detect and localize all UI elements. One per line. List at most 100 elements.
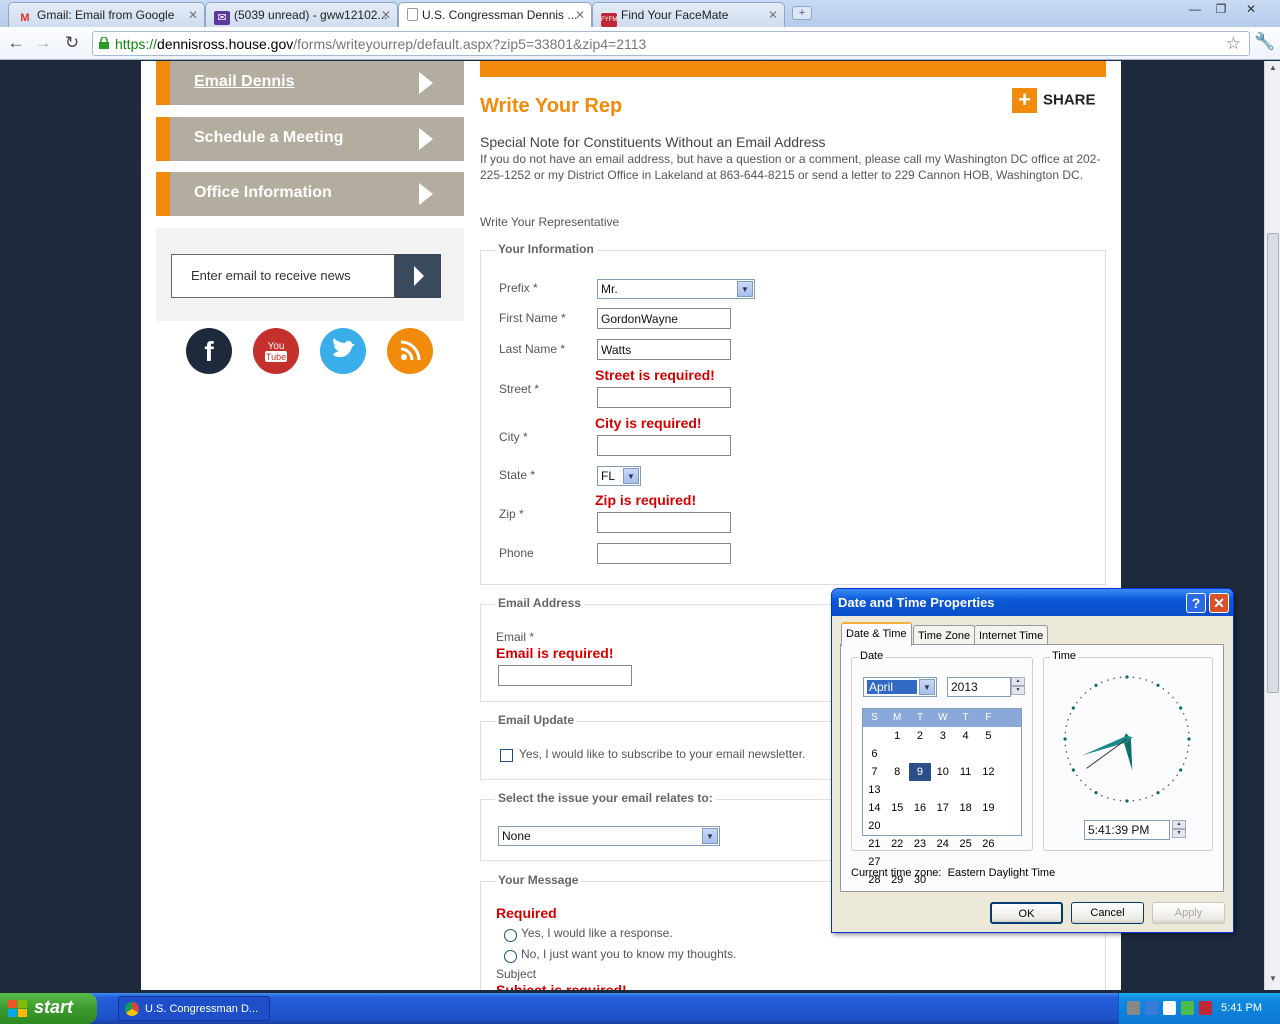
dialog-titlebar[interactable]: Date and Time Properties [832, 589, 1233, 616]
new-tab-button[interactable]: + [792, 6, 812, 20]
calendar-day[interactable]: 24 [931, 835, 954, 853]
sidebar-item-email-dennis[interactable]: Email Dennis [156, 61, 464, 105]
close-window-icon[interactable]: ✕ [1240, 2, 1262, 18]
spin-up-icon[interactable]: ▲ [1172, 820, 1186, 829]
facebook-icon[interactable]: f [186, 328, 232, 374]
calendar-day[interactable]: 17 [931, 799, 954, 817]
calendar-day[interactable]: 20 [863, 817, 886, 835]
time-spinner[interactable]: ▲ ▼ [1172, 820, 1186, 838]
calendar-day[interactable]: 25 [954, 835, 977, 853]
newsletter-submit-button[interactable] [394, 254, 441, 298]
calendar-day[interactable]: 13 [863, 781, 886, 799]
scroll-down-icon[interactable]: ▼ [1267, 974, 1279, 988]
minimize-icon[interactable]: — [1184, 2, 1206, 18]
close-tab-icon[interactable]: ✕ [188, 8, 198, 22]
youtube-icon[interactable]: You Tube [253, 328, 299, 374]
calendar-day[interactable]: 2 [909, 727, 932, 745]
state-select[interactable]: FL ▼ [597, 466, 641, 486]
year-field[interactable]: 2013 [947, 677, 1011, 697]
prefix-select[interactable]: Mr. ▼ [597, 279, 755, 299]
close-tab-icon[interactable]: ✕ [768, 8, 778, 22]
gmail-icon: M [20, 12, 30, 24]
back-icon[interactable]: ← [5, 32, 27, 54]
aol-icon[interactable] [1163, 1001, 1176, 1015]
tray-app-icon[interactable] [1199, 1001, 1212, 1015]
response-no-radio[interactable] [504, 950, 517, 963]
calendar-day[interactable]: 10 [931, 763, 954, 781]
calendar-day[interactable]: 18 [954, 799, 977, 817]
calendar-day[interactable]: 26 [977, 835, 1000, 853]
last-name-field[interactable]: Watts [597, 339, 731, 360]
calendar-day[interactable]: 3 [931, 727, 954, 745]
tab-gmail[interactable]: M Gmail: Email from Google ✕ [8, 2, 205, 27]
city-field[interactable] [597, 435, 731, 456]
time-field[interactable]: 5:41:39 PM [1084, 820, 1170, 840]
newsletter-checkbox[interactable] [500, 749, 513, 762]
issue-select[interactable]: None ▼ [498, 826, 720, 846]
help-icon[interactable]: ? [1186, 593, 1206, 613]
spin-up-icon[interactable]: ▲ [1011, 677, 1025, 686]
calendar-day[interactable]: 23 [909, 835, 932, 853]
twitter-icon[interactable] [320, 328, 366, 374]
calendar-day[interactable]: 11 [954, 763, 977, 781]
calendar-day[interactable]: 15 [886, 799, 909, 817]
scrollbar-thumb[interactable] [1267, 233, 1279, 693]
ok-button[interactable]: OK [990, 902, 1063, 924]
tab-congressman[interactable]: U.S. Congressman Dennis ... ✕ [398, 2, 592, 28]
calendar-day[interactable]: 5 [977, 727, 1000, 745]
reload-icon[interactable]: ↻ [61, 32, 83, 54]
sidebar-item-schedule-meeting[interactable]: Schedule a Meeting [156, 117, 464, 161]
sidebar-item-office-information[interactable]: Office Information [156, 172, 464, 216]
calendar-day[interactable]: 12 [977, 763, 1000, 781]
calendar-day[interactable]: 6 [863, 745, 886, 763]
address-bar[interactable]: https://dennisross.house.gov/forms/write… [92, 31, 1250, 56]
taskbar-clock[interactable]: 5:41 PM [1221, 1002, 1262, 1014]
network-icon[interactable] [1127, 1001, 1140, 1015]
tab-internet-time[interactable]: Internet Time [974, 625, 1049, 645]
bookmark-star-icon[interactable]: ☆ [1226, 34, 1241, 54]
tab-date-time[interactable]: Date & Time [841, 622, 912, 646]
forward-icon[interactable]: → [32, 32, 54, 54]
tab-mail[interactable]: ✉ (5039 unread) - gww12102... ✕ [205, 2, 398, 27]
response-yes-radio[interactable] [504, 929, 517, 942]
chevron-right-icon [411, 125, 439, 153]
taskbar-item-chrome[interactable]: U.S. Congressman D... [118, 996, 270, 1021]
tab-time-zone[interactable]: Time Zone [913, 625, 976, 645]
close-tab-icon[interactable]: ✕ [381, 8, 391, 22]
play-arrow-icon [414, 266, 424, 286]
calendar-day[interactable]: 1 [886, 727, 909, 745]
calendar-day[interactable]: 4 [954, 727, 977, 745]
calendar-day[interactable]: 21 [863, 835, 886, 853]
calendar-day[interactable]: 16 [909, 799, 932, 817]
phone-field[interactable] [597, 543, 731, 564]
close-tab-icon[interactable]: ✕ [575, 8, 585, 22]
calendar-day[interactable]: 8 [886, 763, 909, 781]
calendar-day[interactable]: 14 [863, 799, 886, 817]
tab-facemate[interactable]: FYFM Find Your FaceMate ✕ [592, 2, 785, 27]
rss-icon[interactable] [387, 328, 433, 374]
first-name-field[interactable]: GordonWayne [597, 308, 731, 329]
cancel-button[interactable]: Cancel [1071, 902, 1144, 924]
apply-button[interactable]: Apply [1152, 902, 1225, 924]
year-spinner[interactable]: ▲ ▼ [1011, 677, 1025, 695]
zip-field[interactable] [597, 512, 731, 533]
close-icon[interactable]: ✕ [1209, 593, 1229, 613]
calendar-day[interactable]: 9 [908, 763, 932, 781]
vertical-scrollbar[interactable]: ▲ ▼ [1264, 61, 1280, 990]
start-button[interactable]: start [0, 993, 97, 1024]
calendar-day[interactable]: 7 [863, 763, 886, 781]
share-button[interactable]: + SHARE [1012, 88, 1096, 114]
wrench-icon[interactable]: 🔧 [1254, 32, 1275, 52]
calendar-day[interactable]: 19 [977, 799, 1000, 817]
security-icon[interactable] [1181, 1001, 1194, 1015]
restore-icon[interactable]: ❐ [1210, 2, 1232, 18]
month-select[interactable]: April ▼ [863, 677, 937, 697]
messenger-icon[interactable] [1145, 1001, 1158, 1015]
scroll-up-icon[interactable]: ▲ [1267, 63, 1279, 77]
street-field[interactable] [597, 387, 731, 408]
newsletter-email-input[interactable]: Enter email to receive news [171, 254, 395, 298]
spin-down-icon[interactable]: ▼ [1011, 686, 1025, 695]
email-field[interactable] [498, 665, 632, 686]
calendar-day[interactable]: 22 [886, 835, 909, 853]
spin-down-icon[interactable]: ▼ [1172, 829, 1186, 838]
